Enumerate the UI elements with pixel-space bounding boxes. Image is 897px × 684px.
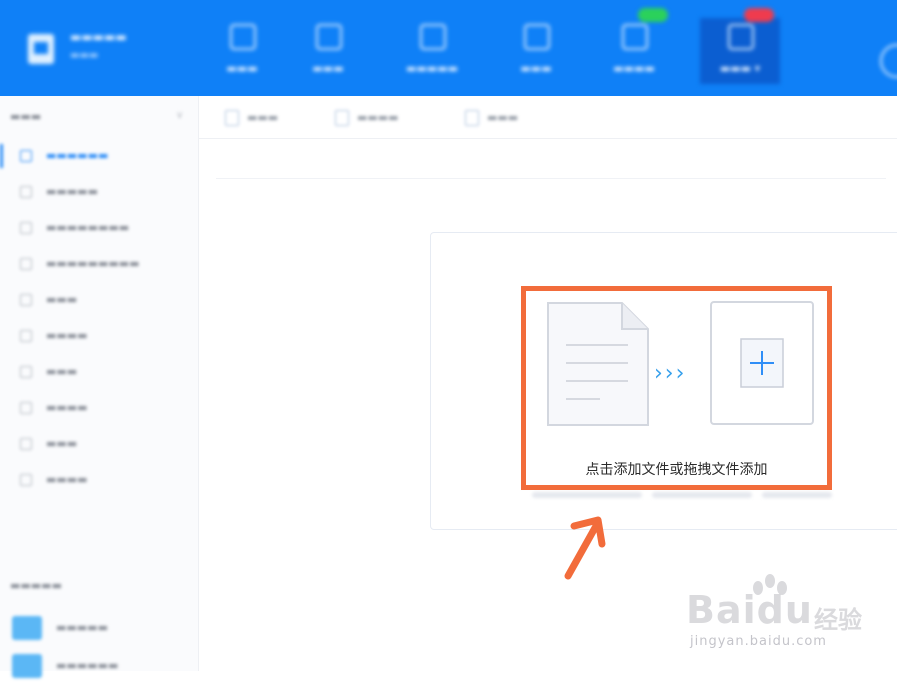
folder-icon	[335, 110, 349, 126]
new-badge	[638, 8, 668, 22]
trash-icon	[465, 110, 479, 126]
sidebar-item[interactable]: ▬▬▬▬▬▬▬▬▬	[0, 246, 198, 282]
plus-square-icon[interactable]	[710, 301, 814, 425]
sidebar-app-item[interactable]: ▬▬▬▬▬	[0, 610, 198, 646]
toolbar-icon	[524, 24, 550, 50]
item-icon	[20, 294, 32, 306]
supported-formats-hint	[532, 492, 832, 502]
sidebar: ▬▬▬ ∨ ▬▬▬▬▬▬ ▬▬▬▬▬ ▬▬▬▬▬▬▬▬ ▬▬▬▬▬▬▬▬▬ ▬▬…	[0, 96, 199, 678]
add-file-dropzone-highlight[interactable]: ››› 点击添加文件或拖拽文件添加	[521, 286, 832, 490]
chevron-down-icon[interactable]: ∨	[176, 110, 183, 121]
toolbar-icon	[420, 24, 446, 50]
app-logo-icon	[22, 28, 64, 70]
toolbar-item-1[interactable]: ▬▬▬	[202, 18, 282, 84]
document-icon	[547, 302, 649, 426]
sidebar-item[interactable]: ▬▬▬▬▬▬▬▬	[0, 210, 198, 246]
file-icon	[225, 110, 239, 126]
top-toolbar: ▬▬▬▬▬ ▬▬▬ ▬▬▬ ▬▬▬ ▬▬▬▬▬ ▬▬▬ ▬▬▬▬ ▬▬▬ ▾	[0, 0, 897, 96]
sidebar-app-item[interactable]: ▬▬▬▬▬▬	[0, 648, 198, 684]
toolbar-item-2[interactable]: ▬▬▬	[288, 18, 368, 84]
item-icon	[20, 222, 32, 234]
sidebar-item[interactable]: ▬▬▬▬	[0, 462, 198, 498]
sidebar-section-header: ▬▬▬▬▬	[10, 579, 62, 592]
sidebar-item-selected[interactable]: ▬▬▬▬▬▬	[0, 138, 198, 174]
sidebar-header: ▬▬▬	[10, 110, 42, 123]
toolbar-item-5[interactable]: ▬▬▬▬	[594, 8, 674, 84]
toolbar-icon	[622, 24, 648, 50]
item-icon	[20, 186, 32, 198]
toolbar-icon	[316, 24, 342, 50]
item-icon	[20, 474, 32, 486]
watermark-brand: Baidu	[686, 588, 813, 632]
item-icon	[20, 402, 32, 414]
item-icon	[20, 330, 32, 342]
clear-list-button[interactable]: ▬▬▬	[465, 108, 565, 128]
item-icon	[20, 366, 32, 378]
action-bar: ▬▬▬ ▬▬▬▬ ▬▬▬	[199, 96, 897, 139]
toolbar-icon	[728, 24, 754, 50]
sidebar-item[interactable]: ▬▬▬▬▬	[0, 174, 198, 210]
sidebar-item[interactable]: ▬▬▬	[0, 354, 198, 390]
app-name: ▬▬▬▬▬	[70, 30, 127, 44]
watermark-brand-cn: 经验	[814, 606, 862, 634]
sidebar-item[interactable]: ▬▬▬	[0, 426, 198, 462]
item-icon	[20, 438, 32, 450]
app-icon	[12, 654, 42, 678]
user-avatar-icon[interactable]	[880, 44, 897, 78]
toolbar-item-4[interactable]: ▬▬▬	[496, 18, 576, 84]
content-divider	[216, 178, 886, 179]
toolbar-icon	[230, 24, 256, 50]
baidu-jingyan-watermark: Baidu 经验 jingyan.baidu.com	[686, 572, 886, 662]
triple-chevron-right-icon: ›››	[654, 361, 687, 386]
arrow-pointer-icon	[564, 516, 606, 580]
sidebar-item[interactable]: ▬▬▬▬	[0, 390, 198, 426]
toolbar-item-3[interactable]: ▬▬▬▬▬	[392, 18, 472, 84]
watermark-url: jingyan.baidu.com	[690, 634, 827, 649]
hot-badge	[744, 8, 774, 22]
add-file-instruction[interactable]: 点击添加文件或拖拽文件添加	[526, 459, 827, 479]
item-icon	[20, 150, 32, 162]
app-icon	[12, 616, 42, 640]
toolbar-item-6-active[interactable]: ▬▬▬ ▾	[700, 8, 780, 84]
sidebar-item[interactable]: ▬▬▬▬	[0, 318, 198, 354]
app-version: ▬▬▬	[70, 50, 99, 61]
add-folder-button[interactable]: ▬▬▬▬	[335, 108, 445, 128]
add-file-button[interactable]: ▬▬▬	[225, 108, 315, 128]
sidebar-item[interactable]: ▬▬▬	[0, 282, 198, 318]
item-icon	[20, 258, 32, 270]
